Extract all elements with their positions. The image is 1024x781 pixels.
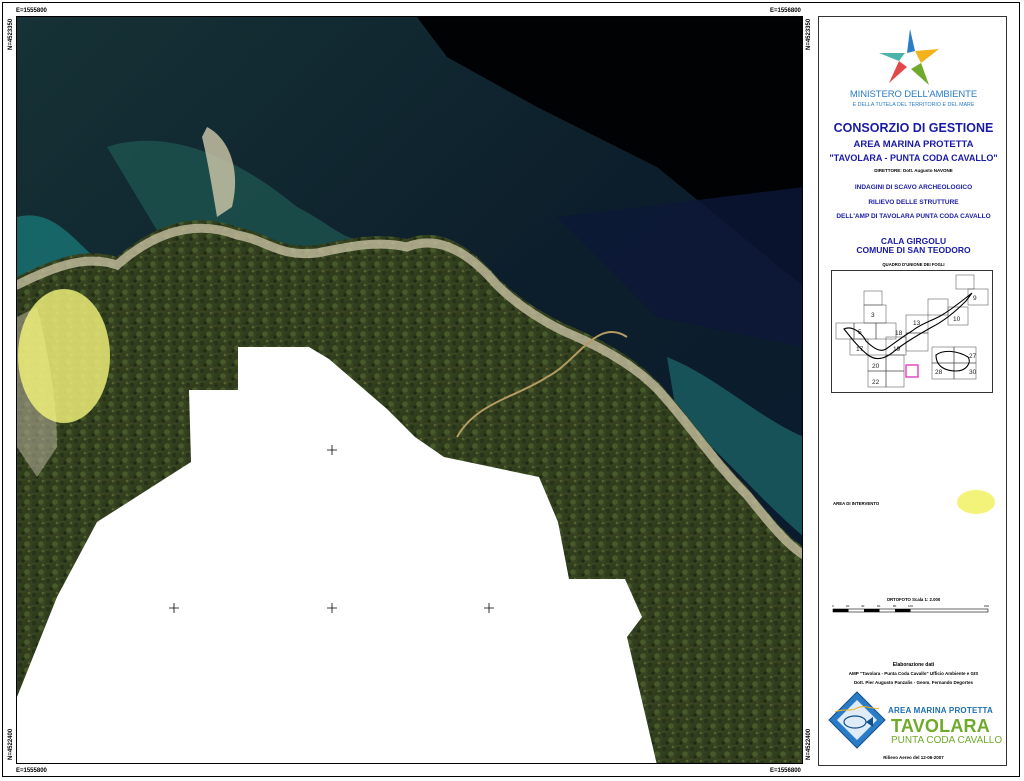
elaborazione-title: Elaborazione dati: [892, 662, 935, 668]
elaborazione-office: AMP "Tavolara - Punta Coda Cavallo" Uffi…: [848, 671, 979, 676]
scale-bar: 0 20 40 60 80 100 200: [832, 604, 989, 613]
amp-logo-tavolara: TAVOLARA: [891, 716, 990, 736]
orthophoto-svg: [17, 17, 802, 763]
sheet-18: 18: [895, 330, 903, 337]
rilievo-date: Rilievo Aereo del 12-06-2007: [883, 755, 944, 760]
scale-tick-20: 20: [846, 604, 850, 608]
current-sheet-marker[interactable]: [905, 364, 919, 378]
direttore-text: DIRETTORE: Dott. Augusto NAVONE: [874, 168, 953, 173]
comune-title: COMUNE DI SAN TEODORO: [856, 245, 971, 255]
orthophoto-map[interactable]: [16, 16, 803, 764]
legend-panel: MINISTERO DELL'AMBIENTE E DELLA TUTELA D…: [818, 16, 1007, 766]
scale-tick-0: 0: [832, 604, 834, 608]
ministero-title: MINISTERO DELL'AMBIENTE: [849, 89, 978, 100]
amp-logo-title: AREA MARINA PROTETTA: [888, 706, 994, 715]
elaborazione-names: Dott. Pier Augusto Panzalis - Geom. Fern…: [853, 680, 974, 685]
coord-bottom-left: E=1555800: [16, 768, 47, 774]
sheet-20: 20: [872, 363, 880, 370]
coord-left-bottom: N=4522400: [8, 728, 14, 760]
coord-bottom-right: E=1556800: [770, 768, 801, 774]
sheet-9: 9: [973, 295, 977, 302]
coord-right-bottom: N=4522400: [806, 728, 812, 760]
sheet-30: 30: [969, 369, 977, 376]
amp-logo-punta: PUNTA CODA CAVALLO: [891, 735, 1003, 746]
coord-left-top: N=4523350: [8, 18, 14, 50]
coord-right-top: N=4523350: [806, 18, 812, 50]
ministero-star-logo-icon: [879, 29, 939, 85]
legend-label: AREA DI INTERVENTO: [833, 501, 880, 506]
coord-top-right: E=1556800: [770, 8, 801, 14]
indagini-text: INDAGINI DI SCAVO ARCHEOLOGICO: [854, 184, 973, 191]
scale-tick-60: 60: [877, 604, 881, 608]
scale-tick-labels: 0 20 40 60 80 100 200: [832, 604, 989, 608]
sheet-3: 3: [871, 312, 875, 319]
sheet-10: 10: [953, 316, 961, 323]
sheet-28: 28: [935, 369, 943, 376]
consorzio-title: CONSORZIO DI GESTIONE: [833, 121, 994, 135]
dellamp-text: DELL'AMP DI TAVOLARA PUNTA CODA CAVALLO: [836, 213, 991, 220]
scale-tick-40: 40: [861, 604, 865, 608]
sheet-27: 27: [969, 353, 977, 360]
scale-tick-100: 100: [908, 604, 913, 608]
tavolara-title: "TAVOLARA - PUNTA CODA CAVALLO": [829, 153, 998, 163]
coord-top-left: E=1555800: [16, 8, 47, 14]
quadro-title: QUADRO D'UNIONE DEI FOGLI: [882, 262, 945, 267]
quadro-unione-map: 3 5 9 10 13 17 18 19 20 22 27 28 30: [831, 270, 993, 393]
scale-tick-80: 80: [893, 604, 897, 608]
area-marina-title: AREA MARINA PROTETTA: [853, 139, 974, 150]
area-di-intervento[interactable]: [18, 289, 110, 423]
sheet-labels: 3 5 9 10 13 17 18 19 20 22 27 28 30: [856, 295, 977, 386]
quadro-sheets-svg: 3 5 9 10 13 17 18 19 20 22 27 28 30: [835, 274, 989, 388]
scale-tick-200: 200: [984, 604, 989, 608]
ministero-subtitle: E DELLA TUTELA DEL TERRITORIO E DEL MARE: [852, 102, 975, 108]
scale-title: ORTOFOTO Scala 1: 2.000: [886, 597, 941, 602]
rilievo-text: RILIEVO DELLE STRUTTURE: [868, 199, 959, 206]
legend-swatch: [957, 490, 995, 514]
sheet-22: 22: [872, 379, 880, 386]
